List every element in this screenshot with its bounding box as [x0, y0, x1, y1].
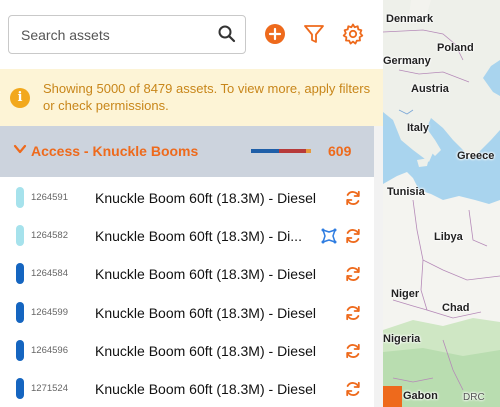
- map-label-libya: Libya: [434, 231, 463, 243]
- asset-id: 1264584: [31, 268, 68, 279]
- status-indicator: [16, 263, 24, 284]
- refresh-icon[interactable]: [344, 304, 362, 322]
- asset-name: Knuckle Boom 60ft (18.3M) - Diesel: [95, 266, 316, 282]
- map-label-chad: Chad: [442, 302, 470, 314]
- add-asset-button[interactable]: [263, 22, 287, 46]
- chevron-down-icon[interactable]: [13, 142, 27, 156]
- map-label-niger: Niger: [391, 288, 420, 300]
- status-bar-segment: [306, 149, 311, 153]
- map-geofence-icon[interactable]: [320, 227, 338, 245]
- refresh-icon[interactable]: [344, 342, 362, 360]
- toolbar: Search assets: [0, 0, 383, 69]
- notice-message: Showing 5000 of 8479 assets. To view mor…: [43, 81, 371, 113]
- group-count: 609: [328, 143, 352, 159]
- search-icon[interactable]: [217, 24, 237, 44]
- map-label-germany: Germany: [383, 55, 431, 67]
- map-view[interactable]: Denmark Poland Germany Austria Italy Gre…: [383, 0, 500, 407]
- map-asset-marker[interactable]: [383, 386, 402, 407]
- status-indicator: [16, 225, 24, 246]
- group-title: Access - Knuckle Booms: [31, 143, 199, 159]
- asset-id: 1271524: [31, 383, 68, 394]
- status-indicator: [16, 378, 24, 399]
- map-label-gabon: Gabon: [403, 390, 438, 402]
- asset-id: 1264596: [31, 345, 68, 356]
- status-bar-segment: [279, 149, 306, 153]
- status-bar-segment: [251, 149, 279, 153]
- asset-id: 1264582: [31, 230, 68, 241]
- asset-name: Knuckle Boom 60ft (18.3M) - Diesel: [95, 381, 316, 397]
- map-label-austria: Austria: [411, 83, 449, 95]
- asset-row[interactable]: 1264591 Knuckle Boom 60ft (18.3M) - Diese…: [0, 180, 374, 218]
- map-label-nigeria: Nigeria: [383, 333, 421, 345]
- status-indicator: [16, 302, 24, 323]
- search-placeholder: Search assets: [21, 27, 110, 43]
- map-label-drc: DRC: [463, 392, 485, 403]
- map-label-denmark: Denmark: [386, 13, 434, 25]
- info-icon: i: [10, 88, 30, 108]
- asset-panel: Search assets i Showing 5000 of 8479 ass…: [0, 0, 383, 407]
- filter-button[interactable]: [302, 22, 326, 46]
- refresh-icon[interactable]: [344, 189, 362, 207]
- asset-row[interactable]: 1264599 Knuckle Boom 60ft (18.3M) - Diese…: [0, 295, 374, 333]
- status-indicator: [16, 340, 24, 361]
- map-label-poland: Poland: [437, 42, 474, 54]
- asset-row[interactable]: 1271524 Knuckle Boom 60ft (18.3M) - Diese…: [0, 371, 374, 407]
- map-label-greece: Greece: [457, 150, 495, 162]
- asset-row[interactable]: 1264582 Knuckle Boom 60ft (18.3M) - Di...: [0, 218, 374, 256]
- asset-name: Knuckle Boom 60ft (18.3M) - Di...: [95, 228, 302, 244]
- scrollbar[interactable]: [374, 126, 383, 407]
- asset-limit-notice: i Showing 5000 of 8479 assets. To view m…: [0, 69, 383, 126]
- asset-id: 1264591: [31, 192, 68, 203]
- asset-row[interactable]: 1264596 Knuckle Boom 60ft (18.3M) - Diese…: [0, 333, 374, 371]
- search-input[interactable]: Search assets: [8, 15, 246, 54]
- refresh-icon[interactable]: [344, 380, 362, 398]
- asset-name: Knuckle Boom 60ft (18.3M) - Diesel: [95, 343, 316, 359]
- map-label-tunisia: Tunisia: [387, 186, 425, 198]
- asset-row[interactable]: 1264584 Knuckle Boom 60ft (18.3M) - Diese…: [0, 256, 374, 294]
- refresh-icon[interactable]: [344, 227, 362, 245]
- settings-button[interactable]: [341, 22, 365, 46]
- map-label-italy: Italy: [407, 122, 430, 134]
- asset-name: Knuckle Boom 60ft (18.3M) - Diesel: [95, 190, 316, 206]
- asset-group-header[interactable]: Access - Knuckle Booms 609: [0, 126, 374, 177]
- asset-id: 1264599: [31, 307, 68, 318]
- asset-name: Knuckle Boom 60ft (18.3M) - Diesel: [95, 305, 316, 321]
- status-indicator: [16, 187, 24, 208]
- refresh-icon[interactable]: [344, 265, 362, 283]
